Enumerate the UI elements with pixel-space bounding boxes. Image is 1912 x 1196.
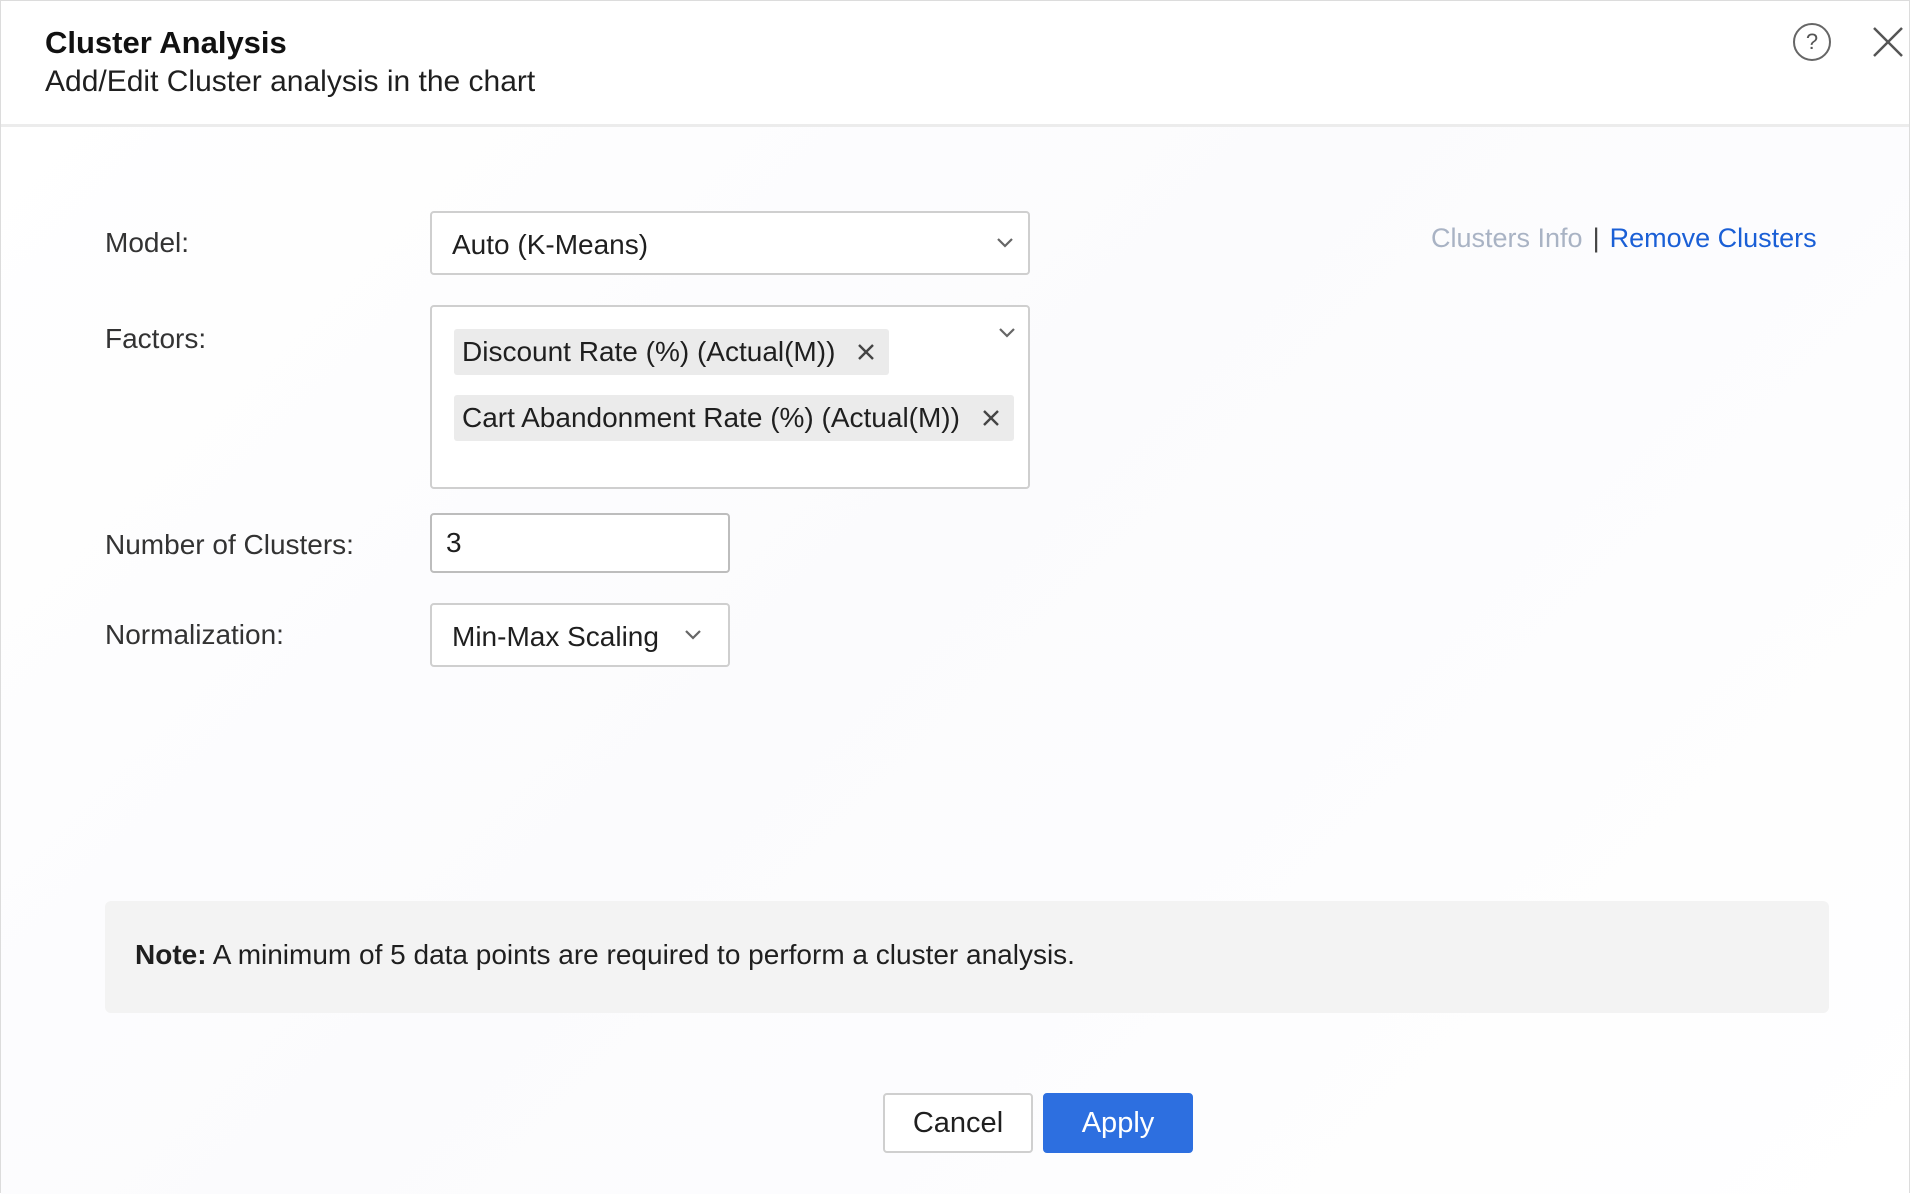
close-icon[interactable] (1871, 25, 1905, 59)
normalization-label: Normalization: (105, 619, 284, 650)
cancel-button[interactable]: Cancel (883, 1093, 1033, 1153)
factor-chip-label: Discount Rate (%) (Actual(M)) (462, 336, 836, 367)
clusters-info-link[interactable]: Clusters Info (1431, 223, 1583, 253)
normalization-select-value: Min-Max Scaling (452, 621, 659, 652)
clusters-label: Number of Clusters: (105, 529, 354, 560)
dialog-body (1, 127, 1909, 1194)
note-text: Note: A minimum of 5 data points are req… (135, 939, 1075, 971)
note-box: Note: A minimum of 5 data points are req… (105, 901, 1829, 1013)
dialog-header: Cluster Analysis Add/Edit Cluster analys… (1, 1, 1909, 127)
factor-chip: Cart Abandonment Rate (%) (Actual(M)) (454, 395, 1014, 441)
cluster-links: Clusters Info | Remove Clusters (1431, 223, 1817, 254)
normalization-select[interactable]: Min-Max Scaling (430, 603, 730, 667)
remove-clusters-link[interactable]: Remove Clusters (1610, 223, 1817, 253)
model-select-value: Auto (K-Means) (452, 229, 649, 260)
dialog-subtitle: Add/Edit Cluster analysis in the chart (45, 65, 536, 98)
factor-chip: Discount Rate (%) (Actual(M)) (454, 329, 890, 375)
apply-button[interactable]: Apply (1043, 1093, 1193, 1153)
help-icon[interactable]: ? (1793, 23, 1831, 61)
model-select[interactable]: Auto (K-Means) (430, 211, 1030, 275)
clusters-input-wrapper (430, 513, 730, 573)
dialog-title: Cluster Analysis (45, 25, 287, 60)
factors-label: Factors: (105, 323, 207, 354)
note-prefix: Note: (135, 939, 207, 970)
clusters-input[interactable] (446, 525, 706, 561)
factor-chip-label: Cart Abandonment Rate (%) (Actual(M)) (462, 402, 960, 433)
note-body: A minimum of 5 data points are required … (206, 939, 1075, 970)
factors-multiselect[interactable]: Discount Rate (%) (Actual(M)) Cart Aband… (430, 305, 1030, 489)
cluster-analysis-dialog: Cluster Analysis Add/Edit Cluster analys… (0, 0, 1910, 1194)
chevron-down-icon (999, 328, 1015, 338)
remove-chip-icon[interactable] (982, 409, 1000, 427)
model-label: Model: (105, 227, 190, 258)
link-separator: | (1592, 223, 1600, 253)
chevron-down-icon (685, 630, 701, 640)
remove-chip-icon[interactable] (857, 343, 875, 361)
chevron-down-icon (997, 238, 1013, 248)
